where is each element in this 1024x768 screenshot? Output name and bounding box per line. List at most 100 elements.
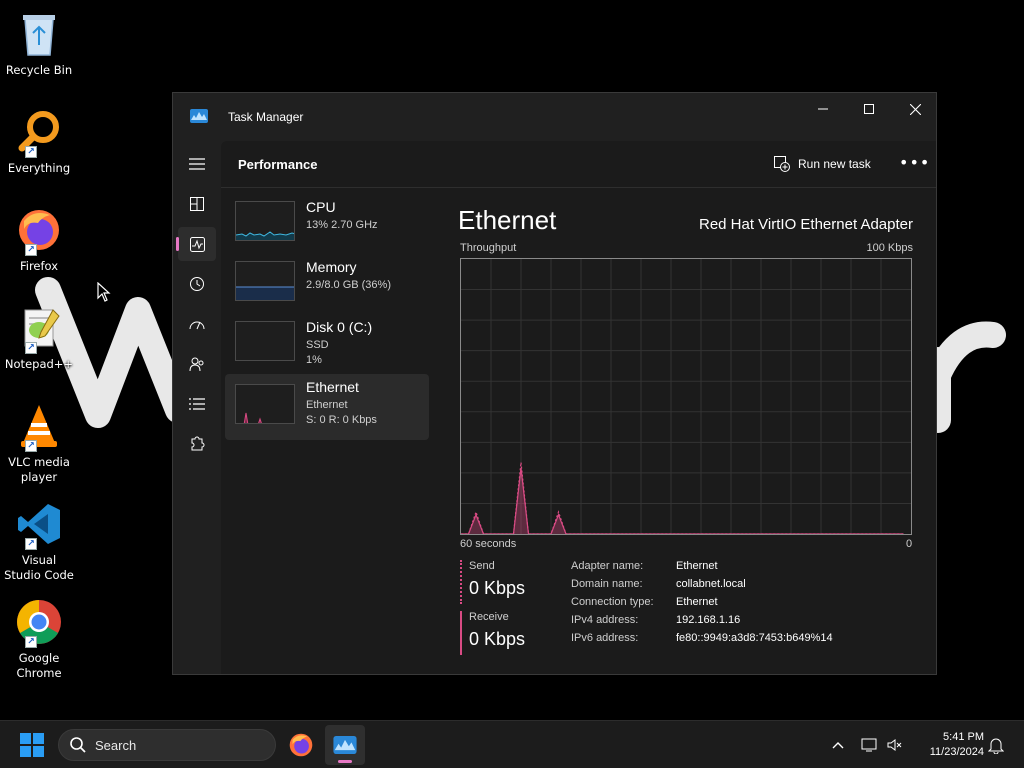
notifications-button[interactable] — [986, 735, 1006, 755]
network-icon — [861, 738, 877, 752]
send-label: Send — [469, 560, 495, 572]
property-row: Domain name: collabnet.local — [571, 578, 833, 596]
resource-name: Disk 0 (C:) — [306, 319, 373, 335]
performance-page: Performance Run new task ••• CPU 13% 2.7… — [221, 141, 936, 674]
resource-detail: 2.9/8.0 GB (36%) — [306, 279, 391, 291]
nav-processes[interactable] — [178, 187, 216, 221]
property-value: collabnet.local — [676, 578, 746, 590]
graph-grid — [461, 259, 911, 534]
adapter-properties: Adapter name: Ethernet Domain name: coll… — [571, 560, 833, 650]
desktop-icon-label: Recycle Bin — [5, 63, 73, 77]
send-stat: Send 0 Kbps — [460, 560, 525, 604]
show-hidden-icons-button[interactable] — [828, 735, 848, 755]
resource-item-disk[interactable]: Disk 0 (C:) SSD 1% — [225, 314, 429, 378]
more-options-button[interactable]: ••• — [899, 153, 930, 172]
receive-label: Receive — [469, 611, 509, 623]
resource-detail: Ethernet — [306, 399, 348, 411]
nav-details[interactable] — [178, 387, 216, 421]
users-icon — [189, 357, 204, 372]
title-bar[interactable]: Task Manager — [173, 93, 936, 141]
series-line-receive — [461, 467, 904, 535]
minimize-icon — [818, 108, 828, 110]
taskbar-clock[interactable]: 5:41 PM 11/23/2024 — [912, 730, 984, 760]
taskbar-task-manager[interactable] — [325, 725, 365, 765]
property-key: Domain name: — [571, 578, 643, 590]
desktop-icon-vscode[interactable]: ↗ Visual Studio Code — [2, 498, 76, 583]
property-value: fe80::9949:a3d8:7453:b649%14 — [676, 632, 833, 644]
property-value: Ethernet — [676, 560, 718, 572]
resource-item-cpu[interactable]: CPU 13% 2.70 GHz — [225, 194, 429, 258]
nav-users[interactable] — [178, 347, 216, 381]
desktop-icon-label: Everything — [7, 161, 71, 175]
resource-name: Ethernet — [306, 379, 359, 395]
nav-performance[interactable] — [176, 227, 216, 261]
graph-label-top-left: Throughput — [460, 242, 517, 254]
nav-app-history[interactable] — [178, 267, 216, 301]
property-value: Ethernet — [676, 596, 718, 608]
recycle-bin-icon — [13, 8, 65, 60]
graph-label-bottom-right: 0 — [906, 538, 913, 550]
nav-services[interactable] — [178, 427, 216, 461]
resource-name: Memory — [306, 259, 357, 275]
services-puzzle-icon — [191, 436, 205, 451]
ethernet-mini-graph — [235, 384, 295, 424]
shortcut-arrow-icon: ↗ — [25, 538, 37, 550]
close-button[interactable] — [892, 93, 936, 125]
desktop-icon-notepad-plus-plus[interactable]: ↗ Notepad++ — [2, 302, 76, 372]
memory-mini-graph — [235, 261, 295, 301]
firefox-icon — [289, 733, 313, 757]
property-key: IPv4 address: — [571, 614, 639, 626]
performance-icon — [189, 236, 205, 252]
network-tray-button[interactable] — [860, 735, 880, 755]
receive-value: 0 Kbps — [469, 629, 526, 649]
chrome-icon: ↗ — [13, 596, 65, 648]
startup-speedometer-icon — [189, 321, 205, 330]
run-new-task-icon — [774, 156, 790, 172]
throughput-graph — [460, 258, 912, 535]
minimize-button[interactable] — [800, 93, 846, 125]
graph-label-bottom-left: 60 seconds — [460, 538, 517, 550]
property-row: IPv4 address: 192.168.1.16 — [571, 614, 833, 632]
shortcut-arrow-icon: ↗ — [25, 636, 37, 648]
property-row: Connection type: Ethernet — [571, 596, 833, 614]
start-button[interactable] — [20, 733, 44, 757]
vlc-icon: ↗ — [13, 400, 65, 452]
page-header: Performance Run new task ••• — [221, 141, 936, 188]
desktop-icon-vlc[interactable]: ↗ VLC media player — [2, 400, 76, 485]
graph-label-top-right: 100 Kbps — [866, 242, 913, 254]
resource-detail: 13% 2.70 GHz — [306, 219, 378, 231]
taskbar: Search 5:41 PM 11/23/2024 — [0, 720, 1024, 768]
task-manager-app-icon — [333, 736, 357, 754]
resource-item-memory[interactable]: Memory 2.9/8.0 GB (36%) — [225, 254, 429, 318]
maximize-button[interactable] — [846, 93, 892, 125]
volume-tray-button[interactable] — [885, 735, 905, 755]
nav-startup-apps[interactable] — [178, 307, 216, 341]
taskbar-firefox[interactable] — [281, 725, 321, 765]
shortcut-arrow-icon: ↗ — [25, 440, 37, 452]
desktop-icon-chrome[interactable]: ↗ Google Chrome — [2, 596, 76, 681]
desktop-icon-firefox[interactable]: ↗ Firefox — [2, 204, 76, 274]
task-manager-window[interactable]: Task Manager Performance Run new task ••… — [172, 92, 937, 675]
desktop-icon-label: Google Chrome — [16, 651, 62, 680]
resource-detail: S: 0 R: 0 Kbps — [306, 414, 377, 426]
window-title: Task Manager — [228, 110, 304, 124]
run-new-task-label: Run new task — [798, 157, 871, 171]
resource-item-ethernet[interactable]: Ethernet Ethernet S: 0 R: 0 Kbps — [225, 374, 429, 440]
disk-mini-graph — [235, 321, 295, 361]
search-icon — [70, 737, 86, 753]
hamburger-menu-button[interactable] — [178, 147, 216, 181]
run-new-task-button[interactable]: Run new task — [774, 156, 871, 172]
chevron-up-icon — [832, 742, 844, 749]
receive-stat: Receive 0 Kbps — [460, 611, 525, 655]
history-icon — [190, 277, 204, 291]
throughput-chart — [461, 259, 911, 535]
taskbar-search-box[interactable]: Search — [58, 729, 276, 761]
desktop-icon-recycle-bin[interactable]: Recycle Bin — [2, 8, 76, 78]
navigation-rail — [173, 141, 221, 674]
processes-icon — [190, 197, 204, 211]
desktop-icon-label: Notepad++ — [4, 357, 74, 371]
send-value: 0 Kbps — [469, 578, 526, 598]
desktop-icon-label: VLC media player — [8, 455, 70, 484]
property-key: Connection type: — [571, 596, 654, 608]
desktop-icon-everything[interactable]: ↗ Everything — [2, 106, 76, 176]
